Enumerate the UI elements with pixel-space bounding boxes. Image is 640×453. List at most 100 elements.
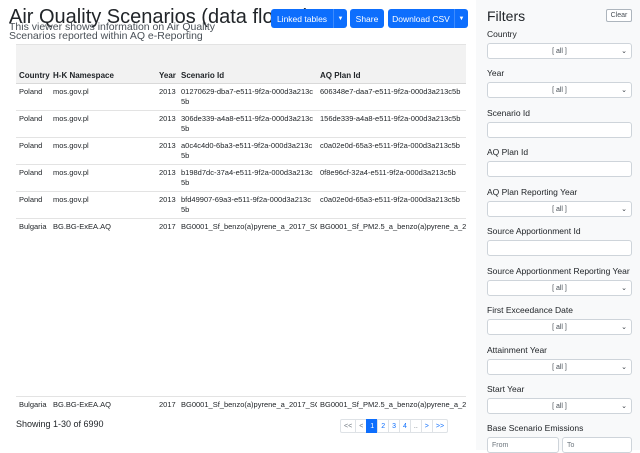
filter-select-first-exceedance-date[interactable]: [ all ] ⌄ xyxy=(487,319,632,335)
select-value: [ all ] xyxy=(552,363,567,371)
table-row[interactable]: Bulgaria BG.BG-ExEA.AQ 2017 BG0001_Sf_be… xyxy=(16,218,466,397)
table-row[interactable]: Poland mos.gov.pl 2013 bfd49907-69a3-e51… xyxy=(16,191,466,219)
cell-namespace: mos.gov.pl xyxy=(50,110,156,138)
cell-namespace: mos.gov.pl xyxy=(50,83,156,111)
cell-country: Poland xyxy=(16,191,50,219)
column-header-aq-plan-id[interactable]: AQ Plan Id xyxy=(317,45,466,84)
cell-scenario-id: 306de339-a4a8-e511-9f2a-000d3a213c5b xyxy=(178,110,317,138)
filter-input-source-apportionment-id[interactable] xyxy=(487,240,632,256)
filter-label-attainment-year: Attainment Year xyxy=(487,345,548,355)
chevron-down-icon: ⌄ xyxy=(621,324,627,331)
cell-scenario-id: a0c4c4d0-6ba3-e511-9f2a-000d3a213c5b xyxy=(178,137,317,165)
filter-label-aq-plan-id: AQ Plan Id xyxy=(487,147,529,157)
results-table-container[interactable]: Country H-K Namespace Year Scenario Id A… xyxy=(16,44,466,412)
cell-country: Bulgaria xyxy=(16,396,50,412)
cell-namespace: mos.gov.pl xyxy=(50,137,156,165)
select-value: [ all ] xyxy=(552,86,567,94)
column-header-scenario-id[interactable]: Scenario Id xyxy=(178,45,317,84)
filter-label-first-exceedance-date: First Exceedance Date xyxy=(487,305,573,315)
filter-select-country[interactable]: [ all ] ⌄ xyxy=(487,43,632,59)
filter-select-start-year[interactable]: [ all ] ⌄ xyxy=(487,398,632,414)
cell-scenario-id: bfd49907-69a3-e511-9f2a-000d3a213c5b xyxy=(178,191,317,219)
chevron-down-icon: ⌄ xyxy=(621,285,627,292)
filter-label-source-apportionment-id: Source Apportionment Id xyxy=(487,226,581,236)
cell-namespace: BG.BG-ExEA.AQ xyxy=(50,218,156,397)
select-value: [ all ] xyxy=(552,205,567,213)
cell-namespace: mos.gov.pl xyxy=(50,191,156,219)
range-from-placeholder: From xyxy=(492,441,509,449)
caret-down-icon: ▼ xyxy=(458,15,465,22)
select-value: [ all ] xyxy=(552,284,567,292)
filters-sidebar: Filters Clear Country [ all ] ⌄ Year [ a… xyxy=(476,0,640,453)
linked-tables-button[interactable]: Linked tables xyxy=(271,9,333,28)
share-button[interactable]: Share xyxy=(350,9,384,28)
filter-input-base-scenario-emissions-from[interactable]: From xyxy=(487,437,559,453)
range-to-placeholder: To xyxy=(567,441,575,449)
cell-country: Poland xyxy=(16,137,50,165)
cell-scenario-id: 01270629-dba7-e511-9f2a-000d3a213c5b xyxy=(178,83,317,111)
table-row[interactable]: Bulgaria BG.BG-ExEA.AQ 2017 BG0001_Sf_be… xyxy=(16,396,466,412)
cell-country: Bulgaria xyxy=(16,218,50,397)
cell-scenario-id: BG0001_Sf_benzo(a)pyrene_a_2017_SC xyxy=(178,396,317,412)
select-value: [ all ] xyxy=(552,402,567,410)
filter-label-start-year: Start Year xyxy=(487,384,525,394)
filter-label-year: Year xyxy=(487,68,505,78)
cell-country: Poland xyxy=(16,83,50,111)
cell-aq-plan-id: BG0001_Sf_PM2.5_a_benzo(a)pyrene_a_2 xyxy=(317,396,466,412)
table-row[interactable]: Poland mos.gov.pl 2013 b198d7dc-37a4-e51… xyxy=(16,164,466,192)
filter-label-country: Country xyxy=(487,29,517,39)
cell-aq-plan-id: 156de339-a4a8-e511-9f2a-000d3a213c5b xyxy=(317,110,466,138)
select-value: [ all ] xyxy=(552,47,567,55)
chevron-down-icon: ⌄ xyxy=(621,364,627,371)
filter-label-scenario-id: Scenario Id xyxy=(487,108,530,118)
cell-year: 2013 xyxy=(156,137,178,165)
caret-down-icon: ▼ xyxy=(337,15,344,22)
cell-country: Poland xyxy=(16,164,50,192)
cell-scenario-id: b198d7dc-37a4-e511-9f2a-000d3a213c5b xyxy=(178,164,317,192)
cell-namespace: mos.gov.pl xyxy=(50,164,156,192)
filter-label-source-apportionment-reporting-year: Source Apportionment Reporting Year xyxy=(487,266,630,276)
pager-last[interactable]: >> xyxy=(431,419,449,433)
filter-input-scenario-id[interactable] xyxy=(487,122,632,138)
filter-label-base-scenario-emissions: Base Scenario Emissions xyxy=(487,423,584,433)
cell-aq-plan-id: 606348e7-daa7-e511-9f2a-000d3a213c5b xyxy=(317,83,466,111)
filter-select-year[interactable]: [ all ] ⌄ xyxy=(487,82,632,98)
column-header-country[interactable]: Country xyxy=(16,45,50,84)
clear-filters-button[interactable]: Clear xyxy=(606,9,632,22)
filter-input-base-scenario-emissions-to[interactable]: To xyxy=(562,437,632,453)
filters-title: Filters xyxy=(487,8,526,24)
pager-first[interactable]: << xyxy=(340,419,357,433)
results-table: Country H-K Namespace Year Scenario Id A… xyxy=(16,45,466,412)
cell-aq-plan-id: 0f8e96cf-32a4-e511-9f2a-000d3a213c5b xyxy=(317,164,466,192)
chevron-down-icon: ⌄ xyxy=(621,206,627,213)
download-csv-button[interactable]: Download CSV xyxy=(388,9,454,28)
table-row[interactable]: Poland mos.gov.pl 2013 01270629-dba7-e51… xyxy=(16,83,466,111)
pagination: << < 1 2 3 4 .. > >> xyxy=(340,419,449,433)
cell-scenario-id: BG0001_Sf_benzo(a)pyrene_a_2017_SC xyxy=(178,218,317,397)
cell-country: Poland xyxy=(16,110,50,138)
chevron-down-icon: ⌄ xyxy=(621,48,627,55)
column-header-namespace[interactable]: H-K Namespace xyxy=(50,45,156,84)
linked-tables-dropdown-toggle[interactable]: ▼ xyxy=(333,9,347,28)
cell-year: 2017 xyxy=(156,396,178,412)
column-header-year[interactable]: Year xyxy=(156,45,178,84)
cell-year: 2017 xyxy=(156,218,178,397)
cell-aq-plan-id: BG0001_Sf_PM2.5_a_benzo(a)pyrene_a_2 xyxy=(317,218,466,397)
filter-select-attainment-year[interactable]: [ all ] ⌄ xyxy=(487,359,632,375)
table-row[interactable]: Poland mos.gov.pl 2013 306de339-a4a8-e51… xyxy=(16,110,466,138)
cell-aq-plan-id: c0a02e0d-65a3-e511-9f2a-000d3a213c5b xyxy=(317,137,466,165)
select-value: [ all ] xyxy=(552,323,567,331)
cell-namespace: BG.BG-ExEA.AQ xyxy=(50,396,156,412)
cell-year: 2013 xyxy=(156,83,178,111)
filter-select-aq-plan-reporting-year[interactable]: [ all ] ⌄ xyxy=(487,201,632,217)
page-subtitle: This viewer shows information on Air Qua… xyxy=(9,21,215,42)
table-row[interactable]: Poland mos.gov.pl 2013 a0c4c4d0-6ba3-e51… xyxy=(16,137,466,165)
results-count: Showing 1-30 of 6990 xyxy=(16,419,104,429)
download-csv-dropdown-toggle[interactable]: ▼ xyxy=(454,9,468,28)
cell-aq-plan-id: c0a02e0d-65a3-e511-9f2a-000d3a213c5b xyxy=(317,191,466,219)
cell-year: 2013 xyxy=(156,164,178,192)
filter-input-aq-plan-id[interactable] xyxy=(487,161,632,177)
main-panel: Air Quality Scenarios (data flow J) This… xyxy=(0,0,476,450)
filter-select-source-apportionment-reporting-year[interactable]: [ all ] ⌄ xyxy=(487,280,632,296)
filter-label-aq-plan-reporting-year: AQ Plan Reporting Year xyxy=(487,187,578,197)
